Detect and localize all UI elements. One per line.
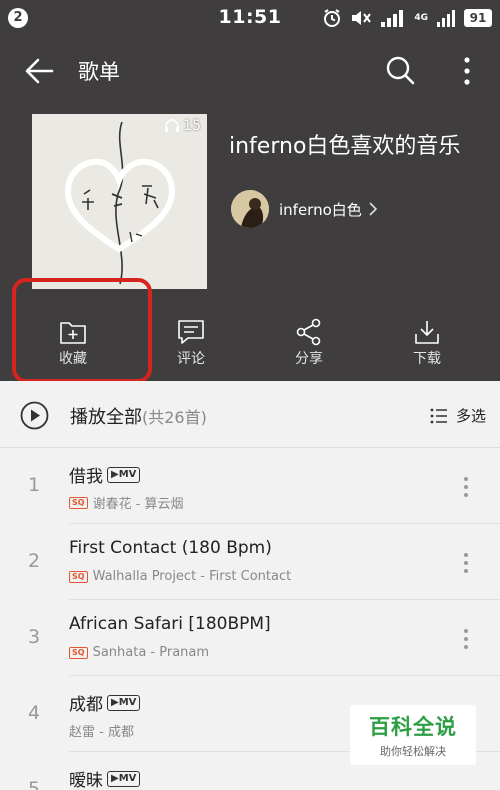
page-title: 歌单 bbox=[78, 60, 120, 84]
signal-icon-2 bbox=[437, 10, 455, 27]
back-arrow-icon[interactable] bbox=[22, 54, 56, 88]
download-label: 下载 bbox=[413, 351, 441, 367]
folder-add-icon bbox=[60, 322, 86, 344]
sq-badge: SQ bbox=[69, 646, 88, 659]
download-button[interactable]: 下载 bbox=[377, 308, 477, 381]
action-bar: 收藏 评论 分享 下载 bbox=[0, 308, 500, 381]
avatar-image bbox=[231, 190, 269, 228]
collect-button[interactable]: 收藏 bbox=[23, 308, 123, 381]
list-icon bbox=[430, 408, 447, 423]
more-options-icon[interactable] bbox=[461, 476, 471, 498]
cover-artwork bbox=[32, 114, 207, 289]
track-title: First Contact (180 Bpm) bbox=[69, 538, 272, 558]
track-title-line: 成都 ▶MV bbox=[69, 690, 141, 715]
creator-link[interactable]: inferno白色 bbox=[231, 190, 378, 228]
creator-name: inferno白色 bbox=[279, 200, 362, 219]
headphones-icon bbox=[165, 119, 180, 132]
status-bar: 2 11:51 4G 91 bbox=[0, 0, 500, 36]
mv-badge[interactable]: ▶MV bbox=[107, 694, 141, 711]
avatar bbox=[231, 190, 269, 228]
play-all-text: 播放全部 bbox=[70, 407, 142, 428]
track-row[interactable]: 3 African Safari [180BPM] SQ Sanhata - P… bbox=[0, 600, 500, 676]
more-options-icon[interactable] bbox=[461, 552, 471, 574]
watermark-title: 百科全说 bbox=[369, 715, 457, 739]
track-title-line: 暧昧 ▶MV bbox=[69, 766, 141, 790]
track-artist-album: 谢春花 - 算云烟 bbox=[92, 497, 184, 512]
playlist-cover[interactable]: 15 bbox=[32, 114, 207, 289]
track-subtitle: SQ 谢春花 - 算云烟 bbox=[69, 493, 184, 512]
play-count-value: 15 bbox=[183, 118, 201, 134]
watermark-logo: 百科全说 助你轻松解决 bbox=[350, 705, 476, 765]
track-title: 成都 bbox=[69, 695, 103, 715]
share-label: 分享 bbox=[295, 351, 323, 367]
sq-badge: SQ bbox=[69, 570, 88, 583]
battery-icon: 91 bbox=[464, 9, 492, 27]
alarm-icon bbox=[324, 9, 341, 27]
network-type: 4G bbox=[414, 13, 428, 23]
collect-label: 收藏 bbox=[59, 351, 87, 367]
track-subtitle: SQ Walhalla Project - First Contact bbox=[69, 569, 291, 584]
mv-badge[interactable]: ▶MV bbox=[107, 770, 141, 787]
comment-icon bbox=[178, 320, 204, 344]
share-icon bbox=[296, 318, 321, 346]
track-artist-album: Walhalla Project - First Contact bbox=[92, 569, 292, 584]
search-icon[interactable] bbox=[384, 54, 416, 86]
nav-bar: 歌单 bbox=[0, 36, 500, 108]
track-subtitle: SQ Sanhata - Pranam bbox=[69, 645, 209, 660]
multi-select-button[interactable]: 多选 bbox=[430, 405, 486, 426]
status-icons: 4G 91 bbox=[322, 6, 492, 30]
track-artist-album: 赵雷 - 成都 bbox=[69, 725, 134, 740]
multi-select-label: 多选 bbox=[455, 407, 486, 425]
play-all-label: 播放全部(共26首) bbox=[70, 403, 207, 429]
track-title: 暧昧 bbox=[69, 771, 103, 790]
share-button[interactable]: 分享 bbox=[259, 308, 359, 381]
playlist-name: inferno白色喜欢的音乐 bbox=[229, 134, 461, 159]
mv-badge[interactable]: ▶MV bbox=[107, 466, 141, 483]
download-icon bbox=[415, 321, 439, 344]
chevron-right-icon bbox=[369, 202, 377, 216]
track-count: (共26首) bbox=[142, 408, 207, 427]
mute-icon bbox=[352, 11, 372, 25]
comment-label: 评论 bbox=[177, 351, 205, 367]
track-number: 4 bbox=[27, 702, 41, 724]
track-title: African Safari [180BPM] bbox=[69, 614, 271, 634]
play-all-row[interactable]: 播放全部(共26首) 多选 bbox=[0, 381, 500, 448]
watermark-subtitle: 助你轻松解决 bbox=[380, 745, 446, 758]
track-subtitle: 赵雷 - 成都 bbox=[69, 721, 134, 740]
track-number: 3 bbox=[27, 626, 41, 648]
signal-icon bbox=[381, 10, 404, 27]
play-count: 15 bbox=[164, 118, 201, 134]
track-title: 借我 bbox=[69, 467, 103, 487]
track-row[interactable]: 1 借我 ▶MV SQ 谢春花 - 算云烟 bbox=[0, 448, 500, 524]
more-options-icon[interactable] bbox=[461, 628, 471, 650]
more-options-icon[interactable] bbox=[454, 54, 480, 88]
track-artist-album: Sanhata - Pranam bbox=[92, 645, 210, 660]
track-title-line: 借我 ▶MV bbox=[69, 462, 141, 487]
track-title-line: African Safari [180BPM] bbox=[69, 614, 271, 634]
track-row[interactable]: 2 First Contact (180 Bpm) SQ Walhalla Pr… bbox=[0, 524, 500, 600]
track-title-line: First Contact (180 Bpm) bbox=[69, 538, 272, 558]
track-number: 1 bbox=[27, 474, 41, 496]
track-number: 5 bbox=[27, 778, 41, 790]
sq-badge: SQ bbox=[69, 496, 88, 509]
playlist-header: 歌单 15 inferno白色喜欢的音乐 inferno白色 收藏 评论 分享 … bbox=[0, 36, 500, 383]
track-number: 2 bbox=[27, 550, 41, 572]
play-circle-icon[interactable] bbox=[20, 401, 49, 430]
comment-button[interactable]: 评论 bbox=[141, 308, 241, 381]
